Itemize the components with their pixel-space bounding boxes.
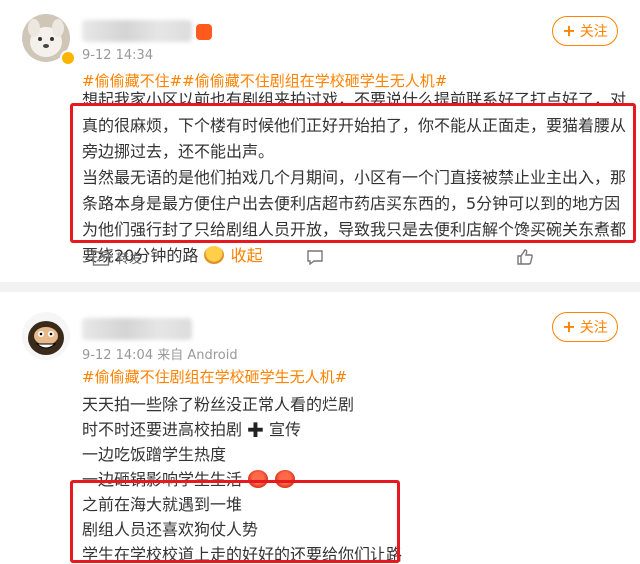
follow-button[interactable]: + 关注 [552,16,618,46]
post-line-text: 宣传 [268,420,301,439]
follow-label: 关注 [579,24,608,40]
post-time: 9-12 14:04 来自 Android [82,348,238,363]
plus-icon: + [562,21,576,40]
weibo-post-2: 9-12 14:04 来自 Android + 关注 #偷偷藏不住剧组在学校砸学… [0,292,640,564]
username-blurred[interactable] [82,20,192,42]
follow-label: 关注 [579,320,608,336]
post-line: 时不时还要进高校拍剧 ✚ 宣传 [82,416,301,442]
verified-badge-icon [60,50,76,66]
forward-button[interactable]: 转发 [92,248,142,267]
cartoon-avatar-icon [22,312,70,360]
post-line: 一边吃饭蹭学生热度 [82,445,227,464]
follow-button[interactable]: + 关注 [552,312,618,342]
post-time: 9-12 14:34 [82,48,154,63]
plus-icon: + [562,317,576,336]
avatar[interactable] [22,312,70,360]
highlight-box [70,103,636,243]
hashtag-link[interactable]: #偷偷藏不住剧组在学校砸学生无人机# [82,366,347,387]
weibo-post-1: 9-12 14:34 + 关注 #偷偷藏不住##偷偷藏不住剧组在学校砸学生无人机… [0,0,640,282]
post-body-cut-line: 想起我家小区以前也有剧组来拍过戏，不要说什么提前联系好了打点好了，对住户来说 [82,90,627,103]
plus-cross-icon: ✚ [247,418,264,442]
username-blurred[interactable] [82,318,192,340]
post-line-text: 时不时还要进高校拍剧 [82,420,243,439]
comment-button[interactable] [306,248,324,266]
share-icon [92,250,110,266]
post-divider [0,282,640,292]
post-line: 天天拍一些除了粉丝没正常人看的烂剧 [82,395,355,414]
post-actions: 转发 [0,248,640,270]
like-button[interactable] [516,248,534,266]
vip-badge-icon [196,24,212,40]
forward-label: 转发 [116,252,143,267]
like-icon [517,249,533,265]
highlight-box [70,480,400,563]
comment-icon [307,250,323,266]
